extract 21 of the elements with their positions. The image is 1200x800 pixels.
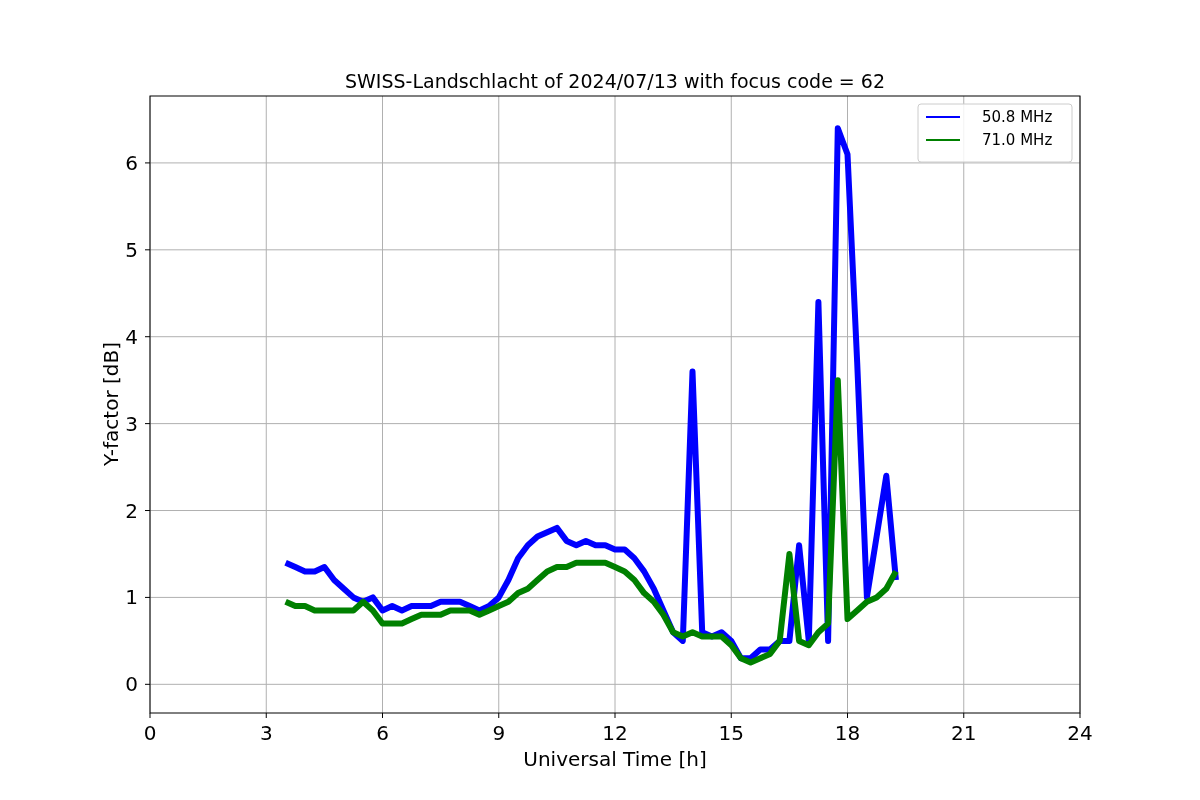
x-tick-label: 3 — [259, 721, 273, 745]
y-tick-label: 3 — [125, 411, 138, 436]
x-tick-label: 6 — [376, 721, 389, 745]
y-tick-label: 0 — [125, 672, 138, 697]
y-axis-label: Y-factor [dB] — [98, 342, 123, 466]
x-tick-label: 12 — [602, 721, 628, 745]
x-tick-label: 18 — [834, 721, 861, 745]
y-tick-label: 4 — [125, 324, 138, 349]
y-tick-label: 2 — [125, 498, 138, 523]
x-tick-label: 0 — [143, 721, 157, 745]
y-tick-label: 6 — [125, 150, 138, 175]
legend-label: 71.0 MHz — [982, 131, 1053, 149]
y-tick-label: 1 — [125, 585, 138, 610]
y-tick-label: 5 — [125, 237, 138, 262]
x-axis-label: Universal Time [h] — [523, 747, 707, 771]
legend-label: 50.8 MHz — [982, 108, 1053, 126]
x-tick-label: 24 — [1067, 721, 1093, 745]
x-tick-label: 9 — [492, 721, 506, 745]
chart-title: SWISS-Landschlacht of 2024/07/13 with focus code = 62 — [345, 70, 885, 92]
x-tick-label: 21 — [951, 721, 977, 745]
x-tick-label: 15 — [718, 721, 744, 745]
